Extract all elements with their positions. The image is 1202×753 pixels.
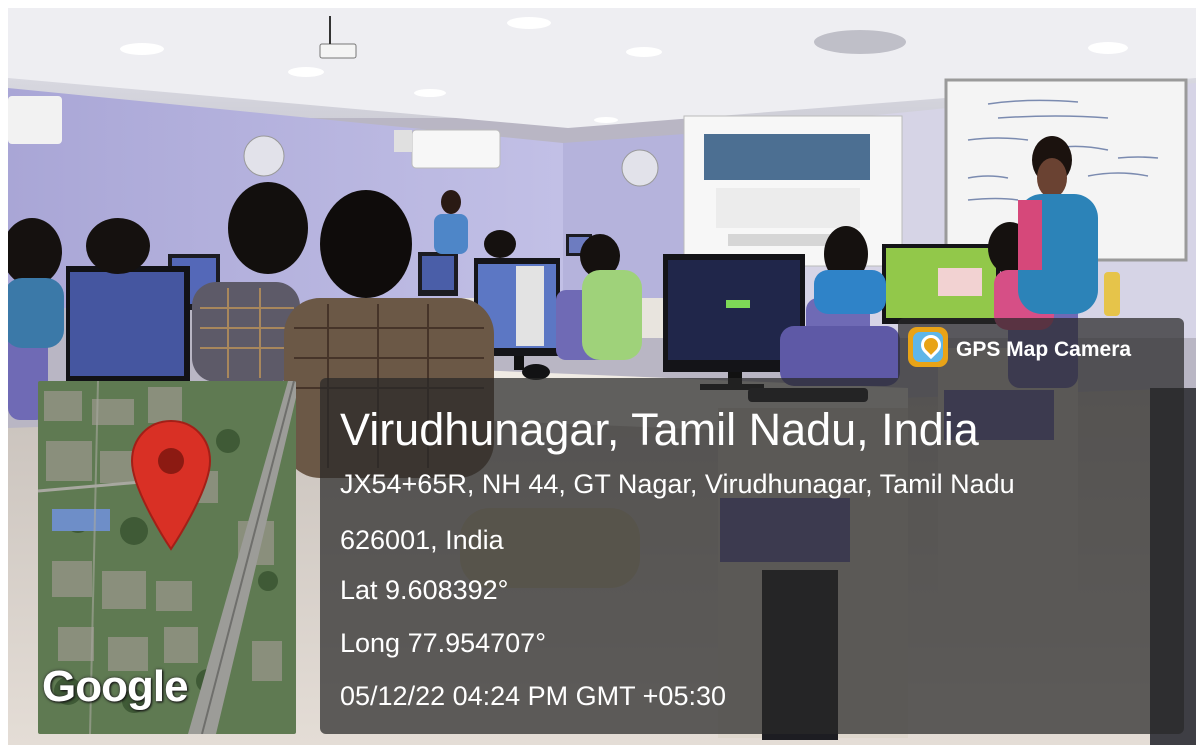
map-pin-icon xyxy=(908,327,948,367)
map-marker-icon xyxy=(130,419,212,551)
longitude-value: Long 77.954707° xyxy=(340,628,546,658)
photo-frame: Google GPS Map Camera Virudhunagar, Tami… xyxy=(0,0,1202,753)
map-attribution: Google xyxy=(42,662,189,711)
timestamp: 05/12/22 04:24 PM GMT +05:30 xyxy=(340,681,727,711)
app-name: GPS Map Camera xyxy=(956,338,1132,361)
address-line-2: 626001, India xyxy=(340,525,504,555)
latitude-value: Lat 9.608392° xyxy=(340,575,509,605)
location-info-panel: Virudhunagar, Tamil Nadu, India JX54+65R… xyxy=(320,378,1184,734)
app-badge: GPS Map Camera xyxy=(898,318,1184,378)
map-thumbnail: Google xyxy=(38,381,296,734)
address-line-1: JX54+65R, NH 44, GT Nagar, Virudhunagar,… xyxy=(340,469,1015,499)
location-title: Virudhunagar, Tamil Nadu, India xyxy=(340,404,979,455)
